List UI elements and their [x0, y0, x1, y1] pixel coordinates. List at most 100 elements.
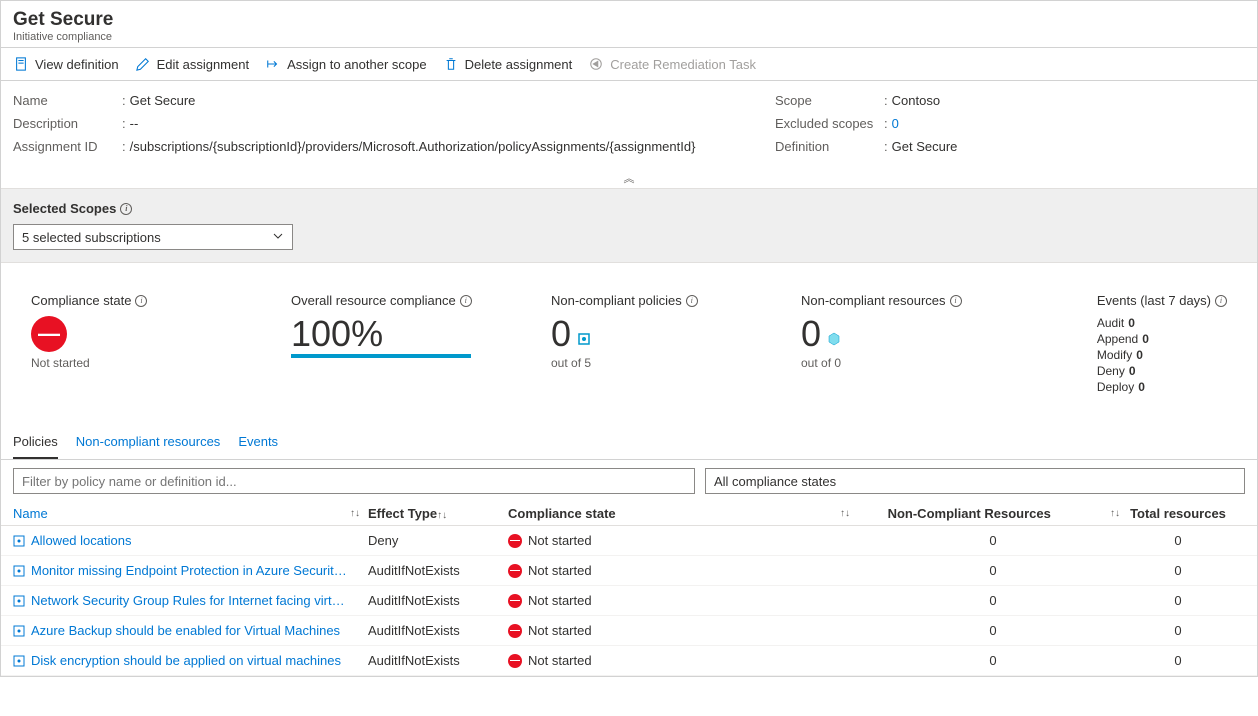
tab-nc-resources[interactable]: Non-compliant resources	[76, 426, 221, 459]
col-name[interactable]: Name	[13, 506, 48, 521]
policy-name-link[interactable]: Azure Backup should be enabled for Virtu…	[31, 623, 340, 638]
nc-resources-count: 0	[858, 623, 1128, 638]
scope-value: Contoso	[892, 93, 940, 108]
event-value: 0	[1142, 332, 1149, 346]
event-row: Append 0	[1097, 332, 1227, 346]
scope-select[interactable]: 5 selected subscriptions	[13, 224, 293, 250]
policy-icon	[13, 565, 25, 577]
compliance-state-filter-value: All compliance states	[714, 474, 836, 489]
event-row: Deploy 0	[1097, 380, 1227, 394]
event-name: Modify	[1097, 348, 1132, 362]
policy-name-link[interactable]: Allowed locations	[31, 533, 131, 548]
event-value: 0	[1129, 364, 1136, 378]
tab-events[interactable]: Events	[238, 426, 278, 459]
tabs: Policies Non-compliant resources Events	[1, 426, 1257, 460]
definition-value: Get Secure	[892, 139, 958, 154]
event-value: 0	[1138, 380, 1145, 394]
total-resources-count: 0	[1128, 533, 1228, 548]
view-definition-button[interactable]: View definition	[13, 56, 119, 72]
table-row: Monitor missing Endpoint Protection in A…	[1, 556, 1257, 586]
info-icon[interactable]: i	[460, 295, 472, 307]
compliance-state: Not started	[528, 533, 592, 548]
compliance-state-label: Compliance state	[31, 293, 131, 308]
policy-icon	[13, 595, 25, 607]
total-resources-count: 0	[1128, 563, 1228, 578]
compliance-state: Not started	[528, 623, 592, 638]
no-entry-icon: —	[508, 564, 522, 578]
nc-resources-count: 0	[858, 533, 1128, 548]
col-total[interactable]: Total resources	[1130, 506, 1226, 521]
sort-icon[interactable]: ↑↓	[350, 508, 360, 519]
policy-name-link[interactable]: Network Security Group Rules for Interne…	[31, 593, 351, 608]
nc-resources-count: 0	[858, 563, 1128, 578]
view-definition-label: View definition	[35, 57, 119, 72]
assign-scope-button[interactable]: Assign to another scope	[265, 56, 426, 72]
create-remediation-button: Create Remediation Task	[588, 56, 756, 72]
nc-resources-label: Non-compliant resources	[801, 293, 946, 308]
info-icon[interactable]: i	[120, 203, 132, 215]
sort-icon[interactable]: ↑↓	[437, 510, 447, 521]
toolbar: View definition Edit assignment Assign t…	[1, 48, 1257, 81]
assign-id-label: Assignment ID	[13, 139, 118, 154]
sort-icon[interactable]: ↑↓	[840, 508, 850, 519]
pencil-icon	[135, 56, 151, 72]
policy-name-link[interactable]: Disk encryption should be applied on vir…	[31, 653, 341, 668]
trash-icon	[443, 56, 459, 72]
arrow-right-icon	[265, 56, 281, 72]
desc-label: Description	[13, 116, 118, 131]
effect-type: AuditIfNotExists	[368, 563, 508, 578]
policy-icon	[13, 535, 25, 547]
info-icon[interactable]: i	[950, 295, 962, 307]
policy-icon	[13, 655, 25, 667]
effect-type: Deny	[368, 533, 508, 548]
no-entry-icon: —	[508, 654, 522, 668]
compliance-state: Not started	[528, 653, 592, 668]
tab-policies[interactable]: Policies	[13, 426, 58, 459]
edit-assignment-button[interactable]: Edit assignment	[135, 56, 250, 72]
sort-icon[interactable]: ↑↓	[1110, 508, 1120, 519]
policy-name-link[interactable]: Monitor missing Endpoint Protection in A…	[31, 563, 351, 578]
document-icon	[13, 56, 29, 72]
collapse-toggle[interactable]: ︽	[1, 168, 1257, 188]
excluded-value[interactable]: 0	[892, 116, 899, 131]
effect-type: AuditIfNotExists	[368, 593, 508, 608]
compliance-state-filter[interactable]: All compliance states	[705, 468, 1245, 494]
event-name: Append	[1097, 332, 1138, 346]
event-row: Deny0	[1097, 364, 1227, 378]
policy-icon	[577, 316, 591, 330]
page-header: Get Secure Initiative compliance	[1, 1, 1257, 48]
table-row: Disk encryption should be applied on vir…	[1, 646, 1257, 676]
table-row: Allowed locations Deny — Not started 0 0	[1, 526, 1257, 556]
create-remediation-label: Create Remediation Task	[610, 57, 756, 72]
event-name: Audit	[1097, 316, 1124, 330]
info-icon[interactable]: i	[686, 295, 698, 307]
nc-policies-sub: out of 5	[551, 356, 771, 370]
effect-type: AuditIfNotExists	[368, 653, 508, 668]
compliance-state: Not started	[528, 563, 592, 578]
policy-filter-input[interactable]	[13, 468, 695, 494]
page-subtitle: Initiative compliance	[13, 31, 1245, 43]
info-icon[interactable]: i	[1215, 295, 1227, 307]
info-icon[interactable]: i	[135, 295, 147, 307]
assign-id-value: /subscriptions/{subscriptionId}/provider…	[130, 139, 696, 154]
table-header: Name↑↓ Effect Type↑↓ Compliance state↑↓ …	[1, 502, 1257, 526]
scope-label: Scope	[775, 93, 880, 108]
overall-compliance-value: 100%	[291, 316, 521, 352]
filter-row: All compliance states	[1, 460, 1257, 502]
definition-label: Definition	[775, 139, 880, 154]
nc-policies-label: Non-compliant policies	[551, 293, 682, 308]
event-value: 0	[1136, 348, 1143, 362]
overall-compliance-label: Overall resource compliance	[291, 293, 456, 308]
nc-resources-count: 0	[858, 653, 1128, 668]
col-state[interactable]: Compliance state	[508, 506, 616, 521]
total-resources-count: 0	[1128, 593, 1228, 608]
event-name: Deploy	[1097, 380, 1134, 394]
col-nc[interactable]: Non-Compliant Resources	[888, 506, 1051, 521]
chevron-down-icon	[272, 230, 284, 245]
delete-assignment-button[interactable]: Delete assignment	[443, 56, 573, 72]
policy-icon	[13, 625, 25, 637]
no-entry-icon: —	[508, 534, 522, 548]
cube-icon	[827, 316, 841, 330]
col-effect[interactable]: Effect Type	[368, 506, 437, 521]
table-row: Network Security Group Rules for Interne…	[1, 586, 1257, 616]
